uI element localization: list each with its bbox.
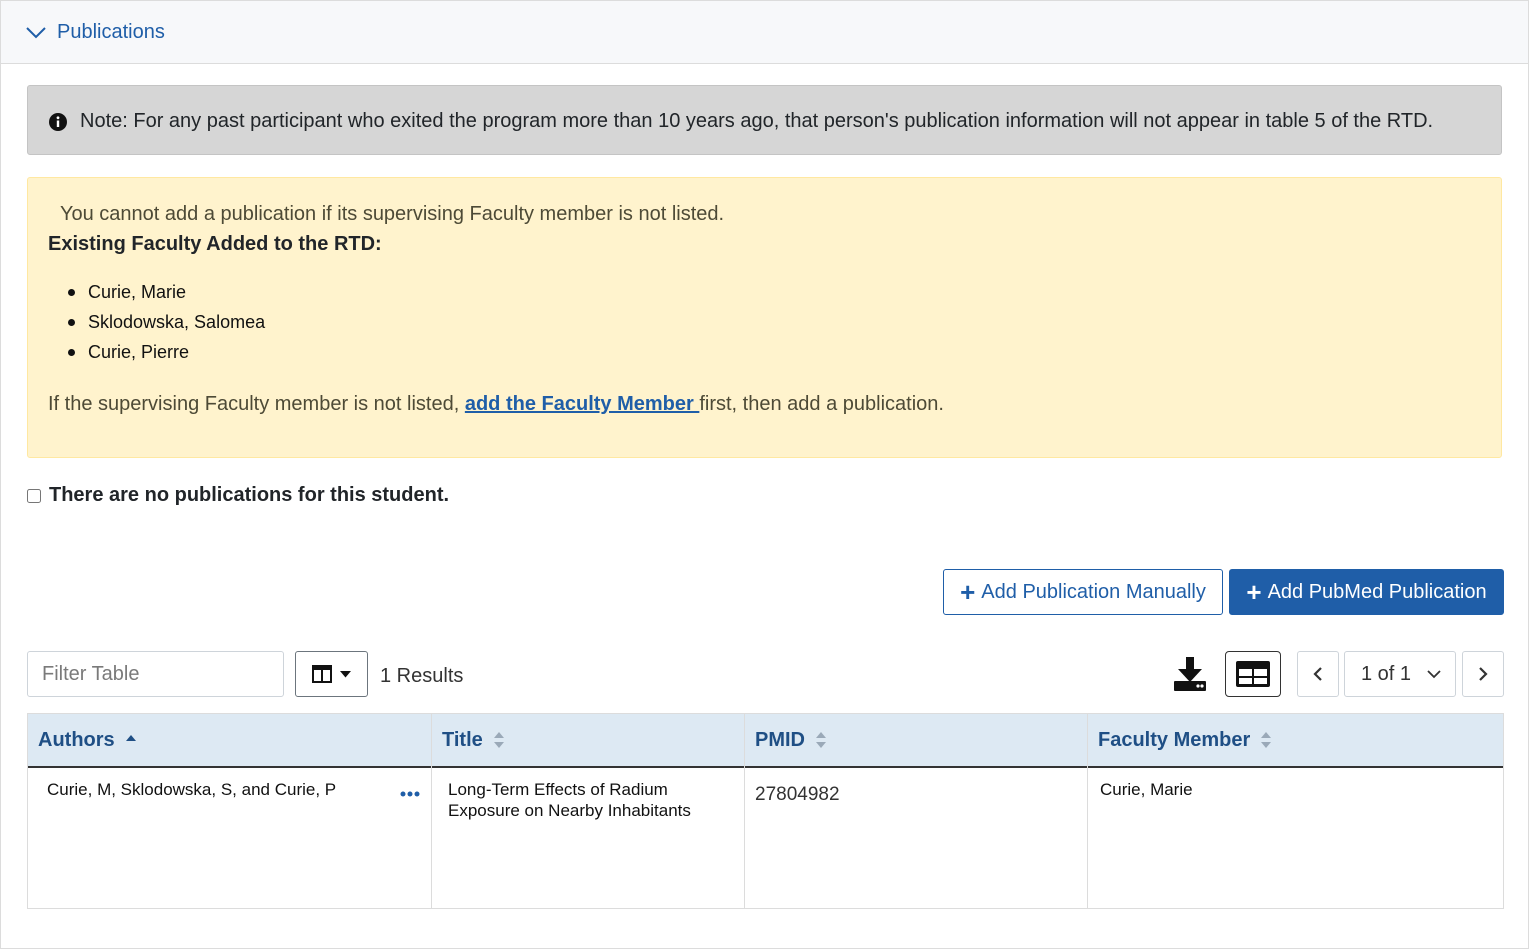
column-header-title[interactable]: Title	[442, 714, 505, 766]
faculty-list-item: Sklodowska, Salomea	[48, 311, 265, 341]
plus-icon: +	[960, 577, 976, 607]
panel-header: Publications	[1, 1, 1528, 64]
instruction-text-before: If the supervising Faculty member is not…	[48, 393, 465, 415]
warning-instruction: If the supervising Faculty member is not…	[48, 393, 944, 416]
column-picker-button[interactable]	[295, 651, 368, 697]
table-grid-icon	[1236, 661, 1270, 687]
filter-table-input[interactable]	[27, 651, 284, 697]
add-pubmed-label: Add PubMed Publication	[1267, 580, 1487, 603]
chevron-down-icon	[1427, 669, 1441, 678]
page-select[interactable]: 1 of 1	[1344, 651, 1456, 697]
no-publications-checkbox[interactable]	[27, 488, 41, 503]
publications-table: Authors Title PMID Faculty Member Curie,…	[27, 713, 1504, 909]
faculty-list-item: Curie, Marie	[48, 281, 265, 311]
faculty-list-heading: Existing Faculty Added to the RTD:	[48, 233, 382, 255]
columns-icon	[312, 665, 332, 683]
sort-ascending-icon	[125, 735, 136, 741]
note-banner: Note: For any past participant who exite…	[27, 85, 1502, 155]
next-page-button[interactable]	[1462, 651, 1504, 697]
results-count: 1 Results	[380, 665, 464, 687]
title-line: Exposure on Nearby Inhabitants	[448, 801, 691, 820]
column-header-pmid[interactable]: PMID	[755, 714, 827, 766]
caret-down-icon	[340, 670, 351, 677]
add-manual-label: Add Publication Manually	[981, 580, 1206, 603]
no-publications-label[interactable]: There are no publications for this stude…	[49, 484, 449, 507]
add-publication-manually-button[interactable]: + Add Publication Manually	[943, 569, 1223, 615]
column-divider	[1087, 714, 1088, 908]
cell-title: Long-Term Effects of Radium Exposure on …	[448, 779, 691, 821]
cell-authors: Curie, M, Sklodowska, S, and Curie, P	[47, 780, 337, 799]
info-icon	[49, 113, 67, 131]
title-line: Long-Term Effects of Radium	[448, 780, 668, 799]
column-label: PMID	[755, 728, 805, 751]
more-options-button[interactable]	[400, 784, 420, 802]
faculty-list: Curie, Marie Sklodowska, Salomea Curie, …	[48, 281, 265, 371]
ellipsis-icon	[400, 791, 420, 797]
cell-pmid: 27804982	[755, 784, 840, 805]
publications-toggle[interactable]: Publications	[25, 21, 165, 44]
column-label: Title	[442, 728, 483, 751]
column-header-faculty-member[interactable]: Faculty Member	[1098, 714, 1272, 766]
chevron-left-icon	[1313, 667, 1322, 681]
previous-page-button[interactable]	[1297, 651, 1339, 697]
chevron-down-icon	[26, 26, 46, 38]
chevron-right-icon	[1479, 667, 1488, 681]
table-header: Authors Title PMID Faculty Member	[28, 714, 1503, 768]
download-icon	[1174, 657, 1206, 691]
page-label: 1 of 1	[1361, 662, 1412, 685]
column-label: Authors	[38, 728, 115, 751]
faculty-list-item: Curie, Pierre	[48, 341, 265, 371]
column-divider	[744, 714, 745, 908]
column-label: Faculty Member	[1098, 728, 1251, 751]
add-faculty-member-link[interactable]: add the Faculty Member	[465, 393, 700, 415]
sort-icon	[816, 732, 826, 748]
warning-message: You cannot add a publication if its supe…	[60, 203, 725, 225]
instruction-text-after: first, then add a publication.	[699, 393, 944, 415]
note-text: Note: For any past participant who exite…	[80, 110, 1434, 132]
sort-icon	[1261, 732, 1272, 748]
panel-title: Publications	[57, 21, 165, 43]
column-divider	[431, 714, 432, 908]
cell-faculty-member: Curie, Marie	[1100, 780, 1193, 799]
publications-panel: Publications Note: For any past particip…	[0, 0, 1529, 949]
add-pubmed-publication-button[interactable]: + Add PubMed Publication	[1229, 569, 1504, 615]
no-publications-row: There are no publications for this stude…	[27, 484, 449, 507]
faculty-warning: You cannot add a publication if its supe…	[27, 177, 1502, 458]
column-header-authors[interactable]: Authors	[38, 714, 137, 766]
plus-icon: +	[1246, 577, 1262, 607]
sort-icon	[493, 732, 504, 748]
table-view-button[interactable]	[1225, 651, 1281, 697]
download-button[interactable]	[1171, 655, 1209, 698]
